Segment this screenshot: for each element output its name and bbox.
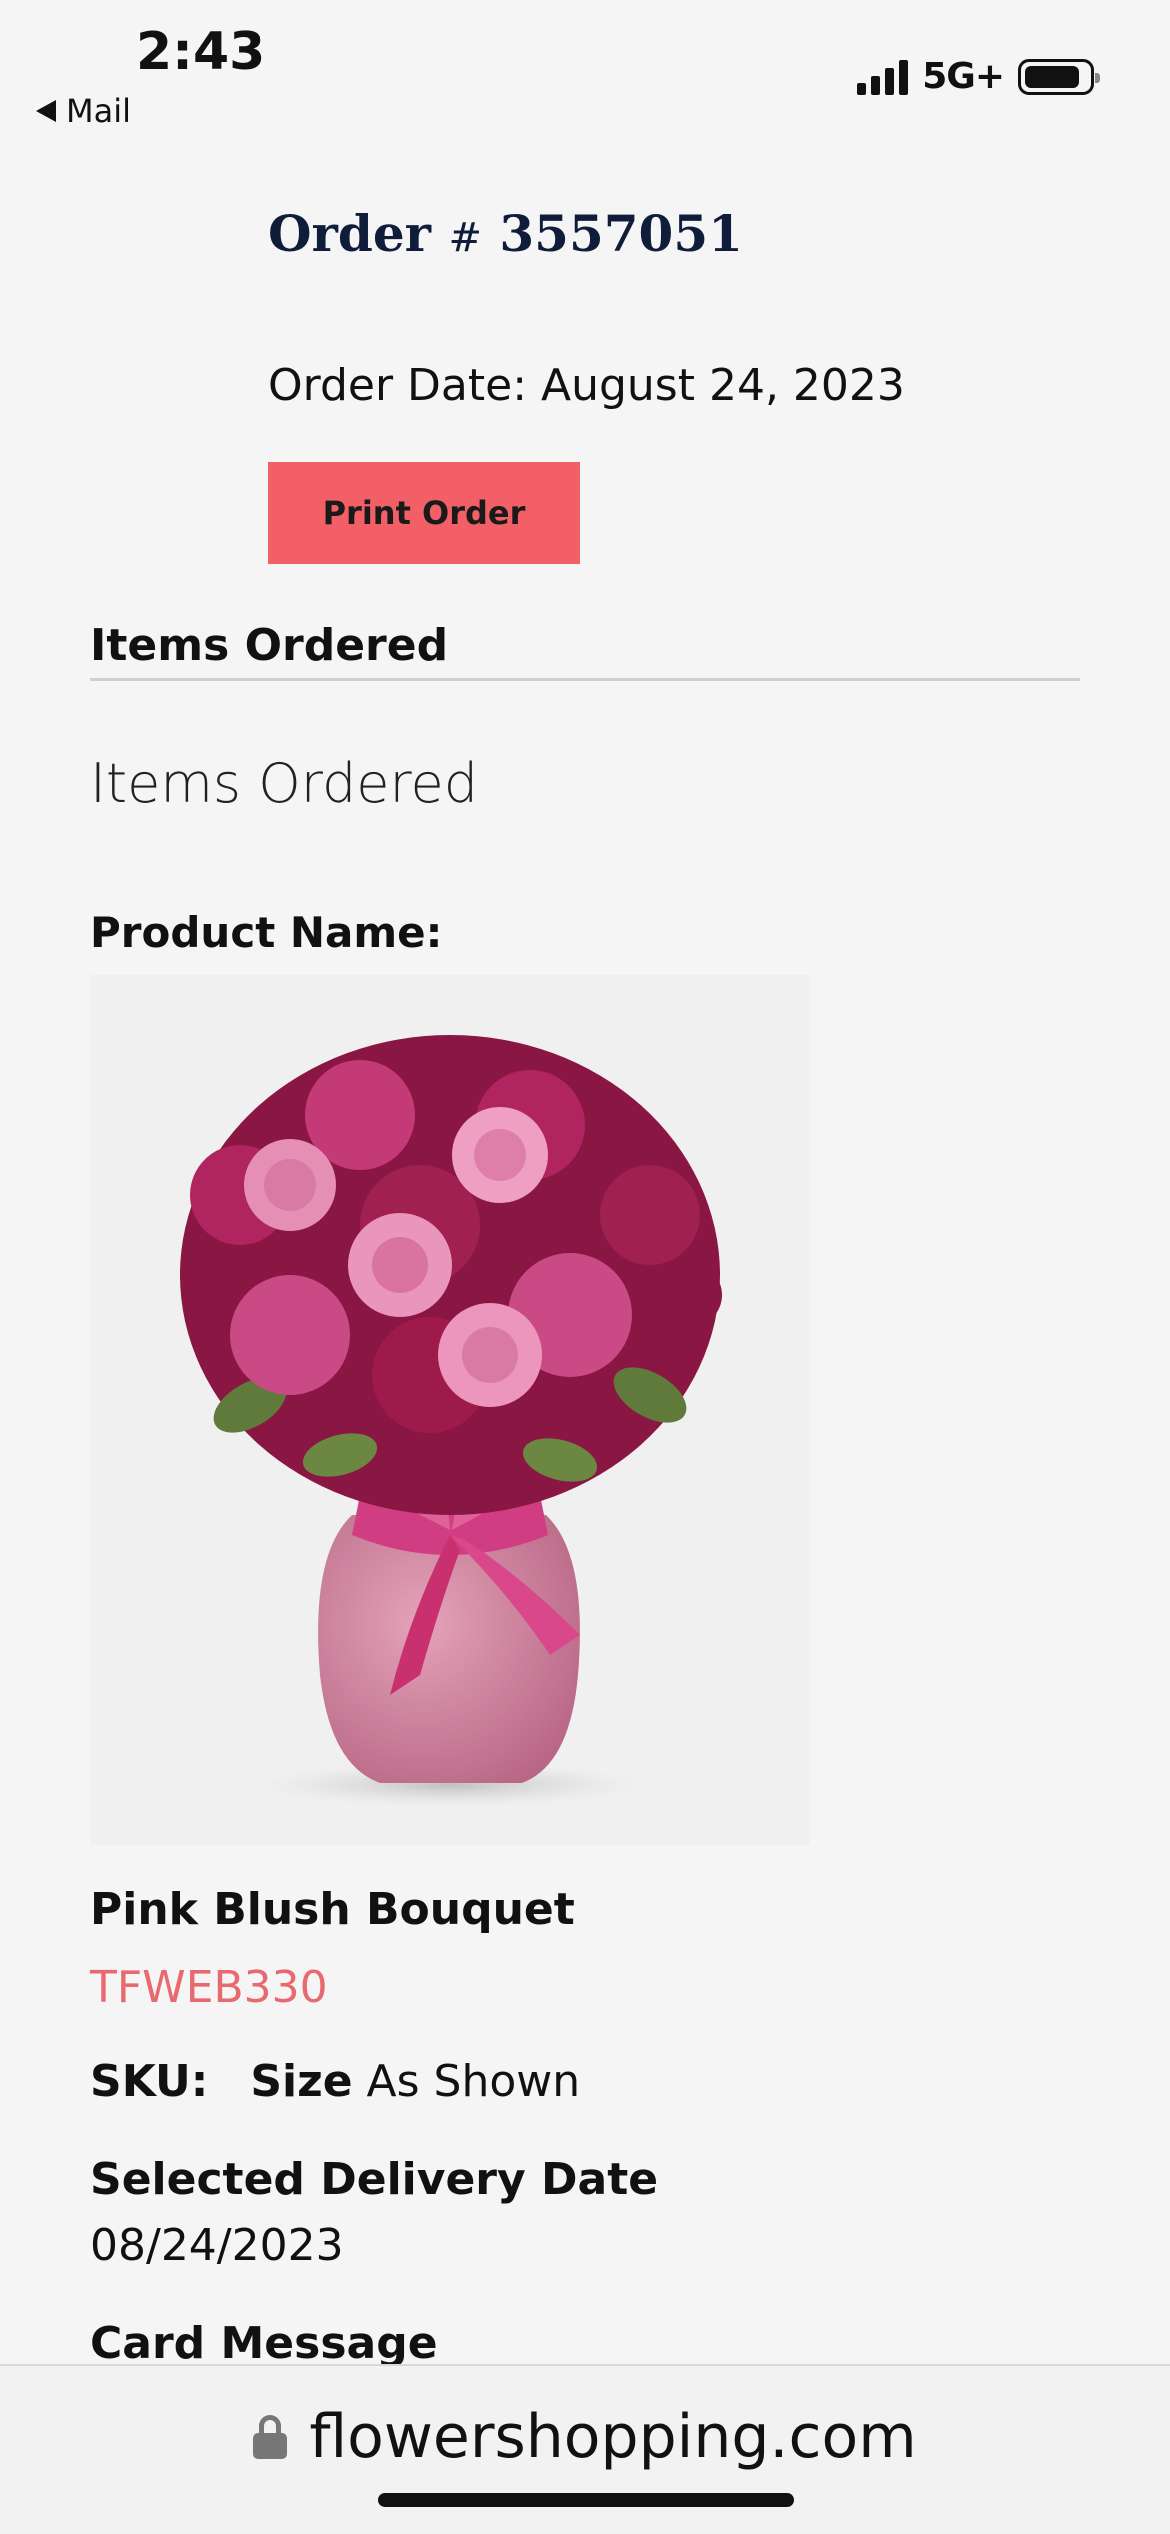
bouquet-illustration — [180, 1035, 722, 1807]
battery-icon — [1018, 58, 1100, 95]
product-code[interactable]: TFWEB330 — [90, 1962, 328, 2013]
sku-size-line: SKU: Size As Shown — [90, 2056, 580, 2107]
back-arrow-icon — [36, 100, 56, 122]
product-title: Pink Blush Bouquet — [90, 1884, 575, 1935]
status-bar: 2:43 Mail 5G+ — [0, 0, 1170, 150]
back-to-mail-button[interactable]: Mail — [36, 92, 131, 130]
signal-icon — [857, 59, 909, 95]
browser-toolbar: flowershopping.com — [0, 2364, 1170, 2534]
home-indicator[interactable] — [378, 2493, 794, 2507]
network-label: 5G+ — [922, 56, 1005, 97]
order-title-prefix: Order — [268, 204, 432, 263]
delivery-date-value: 08/24/2023 — [90, 2220, 344, 2271]
status-indicators: 5G+ — [857, 56, 1100, 97]
items-ordered-subheading: Items Ordered — [90, 752, 478, 815]
items-ordered-heading: Items Ordered — [90, 620, 449, 671]
card-message-label: Card Message — [90, 2318, 438, 2369]
sku-label: SKU: — [90, 2056, 209, 2107]
size-value: As Shown — [366, 2056, 581, 2107]
order-number: 3557051 — [499, 204, 743, 263]
address-bar[interactable]: flowershopping.com — [0, 2402, 1170, 2472]
back-app-label: Mail — [66, 92, 131, 130]
order-title: Order # 3557051 — [268, 204, 743, 263]
product-name-label: Product Name: — [90, 908, 443, 957]
print-order-button[interactable]: Print Order — [268, 462, 580, 564]
product-image — [90, 975, 810, 1845]
lock-icon — [253, 2415, 288, 2459]
url-text: flowershopping.com — [309, 2402, 917, 2472]
delivery-date-label: Selected Delivery Date — [90, 2154, 659, 2205]
order-date: Order Date: August 24, 2023 — [268, 360, 905, 411]
order-hash: # — [448, 215, 482, 261]
status-time: 2:43 — [136, 22, 266, 82]
size-label: Size — [250, 2056, 353, 2107]
section-divider — [90, 678, 1080, 681]
